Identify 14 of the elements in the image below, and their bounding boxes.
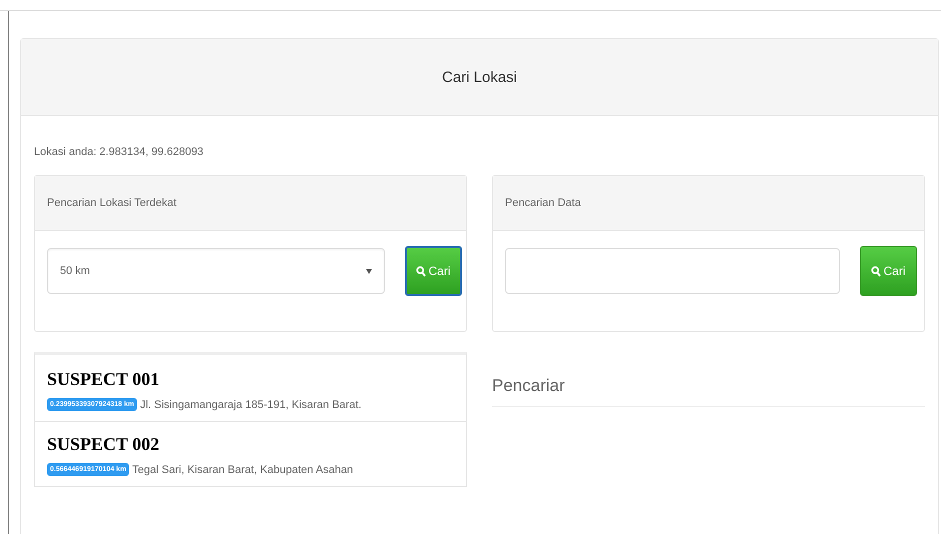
- page-title: Cari Lokasi: [442, 68, 518, 86]
- location-text: Lokasi anda: 2.983134, 99.628093: [34, 146, 204, 158]
- results-heading: Pencariar: [492, 376, 925, 407]
- search-icon: [416, 266, 426, 276]
- search-icon: [871, 266, 882, 276]
- panel-title: Pencarian Data: [505, 197, 581, 209]
- result-name: SUSPECT 001: [47, 369, 160, 390]
- panel-title: Pencarian Lokasi Terdekat: [47, 197, 176, 209]
- result-name: SUSPECT 002: [47, 434, 160, 455]
- caret-icon: [366, 268, 372, 274]
- distance-select[interactable]: 50 km: [47, 248, 385, 294]
- search-field[interactable]: [505, 248, 840, 294]
- result-address: Jl. Sisingamangaraja 185-191, Kisaran Barat.: [140, 398, 362, 410]
- result-address: Tegal Sari, Kisaran Barat, Kabupaten Asahan: [132, 464, 354, 476]
